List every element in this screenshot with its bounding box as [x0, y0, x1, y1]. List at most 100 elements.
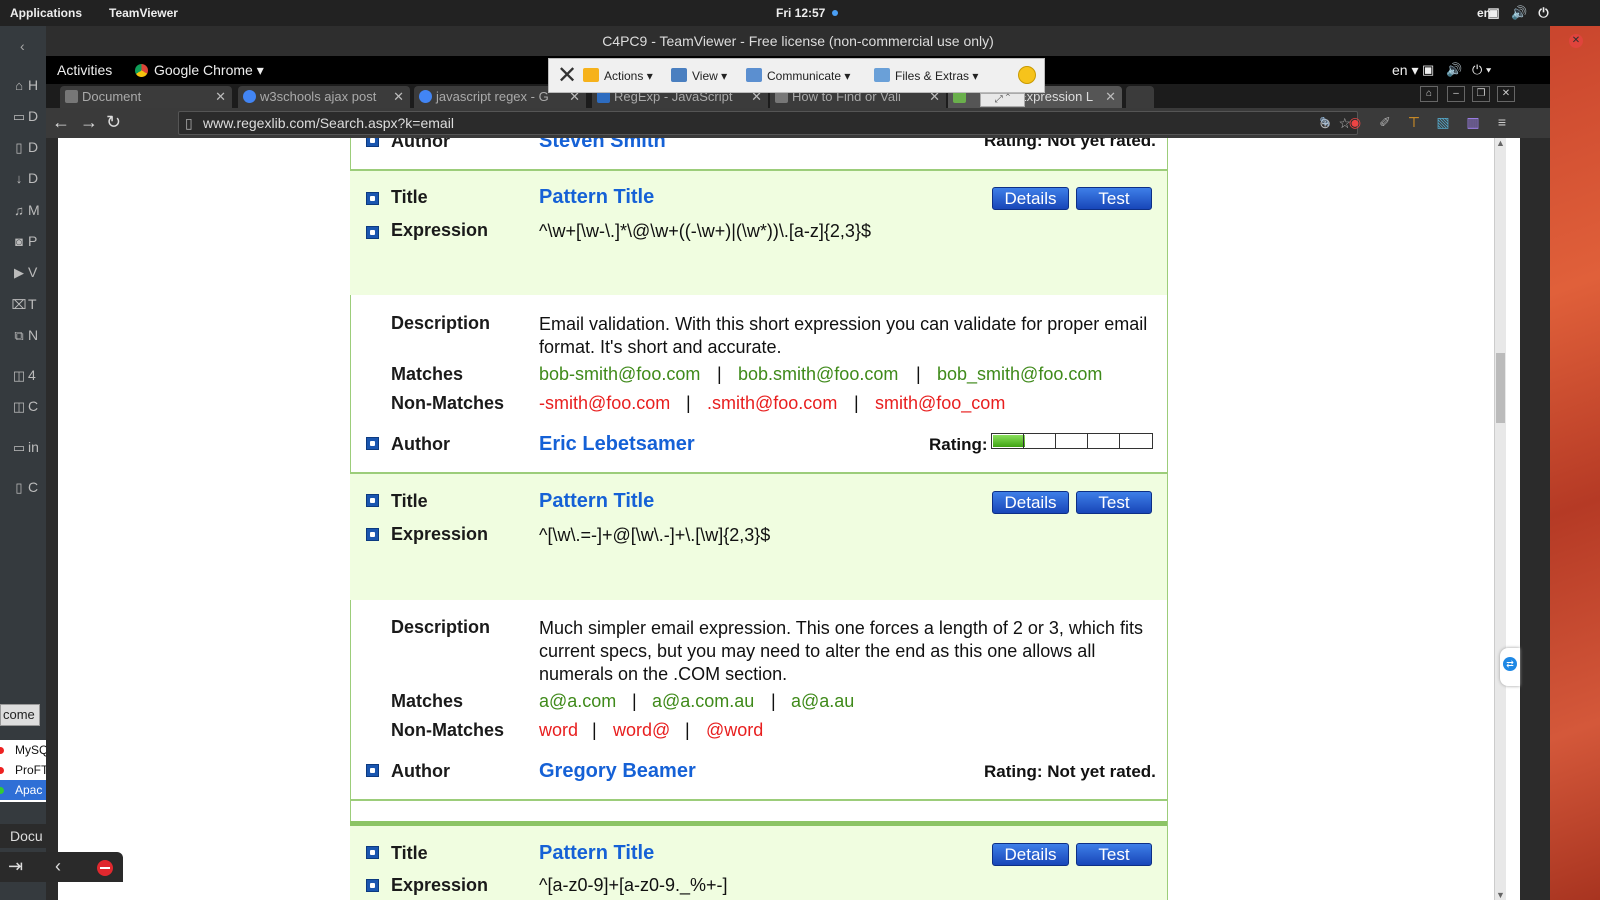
close-window-button[interactable]: ✕: [1569, 34, 1583, 48]
list-item[interactable]: MySQ: [0, 740, 46, 760]
sidebar-item-videos[interactable]: ▶ V: [10, 264, 46, 284]
details-button[interactable]: Details: [992, 187, 1069, 210]
pattern-title-link[interactable]: Pattern Title: [539, 842, 654, 865]
test-button[interactable]: Test: [1076, 491, 1152, 514]
screen: Applications TeamViewer Fri 12:57 en ▣ 🔊…: [0, 0, 1600, 900]
teamviewer-app-menu[interactable]: TeamViewer: [109, 6, 178, 20]
author-link[interactable]: Eric Lebetsamer: [539, 433, 695, 456]
sidebar-item-desktop[interactable]: ▭ D: [10, 108, 46, 128]
expand-icon[interactable]: [366, 764, 379, 777]
expand-icon[interactable]: [366, 138, 379, 147]
power-icon[interactable]: ⏻: [1536, 5, 1551, 20]
author-link[interactable]: Steven Smith: [539, 138, 666, 153]
sidebar-item-home[interactable]: ⌂ H: [10, 77, 46, 97]
sidebar-item-drive-c[interactable]: ◫ C: [10, 398, 46, 418]
tab-w3schools[interactable]: w3schools ajax post ✕: [238, 86, 410, 108]
chrome-menu-icon[interactable]: ≡: [1493, 113, 1511, 131]
view-menu[interactable]: View ▾: [671, 68, 727, 83]
tab-document[interactable]: Document ✕: [60, 86, 232, 108]
extension-color-icon[interactable]: ◉: [1346, 113, 1364, 131]
activities-button[interactable]: Activities: [57, 62, 112, 78]
disconnect-icon[interactable]: [97, 860, 113, 876]
author-link[interactable]: Gregory Beamer: [539, 760, 696, 783]
extension-pen-icon[interactable]: ✎: [1316, 113, 1334, 131]
list-item-selected[interactable]: Apac: [0, 780, 46, 800]
test-button[interactable]: Test: [1076, 187, 1152, 210]
scroll-up-arrow-icon[interactable]: ▲: [1495, 138, 1506, 148]
profile-icon[interactable]: ⌂: [1420, 86, 1438, 102]
rating-cell[interactable]: [992, 434, 1024, 448]
forward-icon[interactable]: →: [80, 112, 98, 133]
minimize-button[interactable]: –: [1447, 86, 1465, 102]
applications-menu[interactable]: Applications: [10, 6, 82, 20]
rating-text: Rating: Not yet rated.: [984, 762, 1156, 781]
clock[interactable]: Fri 12:57: [776, 6, 825, 20]
extension-picker-icon[interactable]: ✐: [1376, 113, 1394, 131]
document-window-stub[interactable]: Docu: [0, 824, 46, 848]
close-tab-icon[interactable]: ✕: [1105, 86, 1116, 108]
communicate-menu[interactable]: Communicate ▾: [746, 68, 850, 83]
sidebar-item-pictures[interactable]: ◙ P: [10, 233, 46, 253]
extension-grid-icon[interactable]: ▥: [1464, 113, 1482, 131]
close-tab-icon[interactable]: ✕: [215, 86, 226, 108]
expand-icon[interactable]: [366, 494, 379, 507]
session-exit-icon[interactable]: ⇥: [8, 856, 23, 877]
feedback-smiley-icon[interactable]: [1018, 66, 1036, 84]
expand-icon[interactable]: [366, 846, 379, 859]
close-panel-icon[interactable]: ✕: [557, 63, 577, 89]
expand-icon[interactable]: [366, 528, 379, 541]
files-extras-menu[interactable]: Files & Extras ▾: [874, 68, 978, 83]
sidebar-item-folder-in[interactable]: ▭ in: [10, 439, 46, 459]
window-icon[interactable]: ▣: [1486, 5, 1501, 20]
expand-icon[interactable]: [366, 192, 379, 205]
rating-cell[interactable]: [1056, 434, 1088, 448]
expand-icon[interactable]: [366, 879, 379, 892]
expand-icon[interactable]: [366, 437, 379, 450]
list-item[interactable]: ProFT: [0, 760, 46, 780]
panel-collapse-handle[interactable]: ⤢ ⌃: [980, 93, 1025, 107]
chrome-app-menu[interactable]: Google Chrome ▾: [135, 62, 264, 79]
collapse-arrow-icon[interactable]: ‹: [55, 856, 61, 877]
extension-ruler-icon[interactable]: ⊤: [1405, 113, 1423, 131]
sidebar-item-drive-4[interactable]: ◫ 4: [10, 367, 46, 387]
page-scrollbar[interactable]: ▲ ▼: [1494, 138, 1506, 900]
web-page: Author Steven Smith Rating: Not yet rate…: [58, 138, 1494, 900]
restore-button[interactable]: ❐: [1472, 86, 1490, 102]
volume-icon[interactable]: 🔊: [1511, 5, 1527, 20]
sidebar-item-downloads[interactable]: ↓ D: [10, 170, 46, 190]
teamviewer-side-tab[interactable]: ⇄: [1500, 648, 1520, 686]
rating-bar[interactable]: [991, 433, 1153, 449]
separator: |: [632, 691, 637, 711]
rating-cell[interactable]: [1088, 434, 1120, 448]
side-window-tab[interactable]: come: [0, 704, 40, 726]
details-button[interactable]: Details: [992, 843, 1069, 866]
teamviewer-session-bar: ⇥ ‹: [0, 852, 123, 882]
extension-chart-icon[interactable]: ▧: [1434, 113, 1452, 131]
remote-window-icon[interactable]: ▣: [1422, 62, 1434, 78]
sidebar-item-music[interactable]: ♫ M: [10, 202, 46, 222]
sidebar-item-computer[interactable]: ▯ C: [10, 479, 46, 499]
remote-power-icon[interactable]: ⏻ ▾: [1472, 62, 1491, 78]
scrollbar-thumb[interactable]: [1496, 353, 1505, 423]
remote-volume-icon[interactable]: 🔊: [1446, 62, 1462, 78]
status-dot-icon: [0, 787, 4, 794]
back-icon[interactable]: ←: [52, 112, 70, 133]
pattern-title-link[interactable]: Pattern Title: [539, 186, 654, 209]
address-bar[interactable]: ▯ www.regexlib.com/Search.aspx?k=email ⊕…: [178, 111, 1358, 135]
rating-cell[interactable]: [1024, 434, 1056, 448]
window-edge: [1506, 138, 1520, 900]
details-button[interactable]: Details: [992, 491, 1069, 514]
close-browser-button[interactable]: ✕: [1497, 86, 1515, 102]
test-button[interactable]: Test: [1076, 843, 1152, 866]
expand-icon[interactable]: [366, 226, 379, 239]
reload-icon[interactable]: ↻: [106, 112, 121, 133]
sidebar-item-network[interactable]: ⧉ N: [10, 327, 46, 347]
close-tab-icon[interactable]: ✕: [393, 86, 404, 108]
new-tab-button[interactable]: [1126, 86, 1154, 108]
sidebar-item-documents[interactable]: ▯ D: [10, 139, 46, 159]
sidebar-item-trash[interactable]: ⌧ T: [10, 296, 46, 316]
remote-language-indicator[interactable]: en ▾: [1392, 62, 1419, 79]
scroll-down-arrow-icon[interactable]: ▼: [1495, 890, 1506, 900]
actions-menu[interactable]: Actions ▾: [583, 68, 653, 83]
pattern-title-link[interactable]: Pattern Title: [539, 490, 654, 513]
